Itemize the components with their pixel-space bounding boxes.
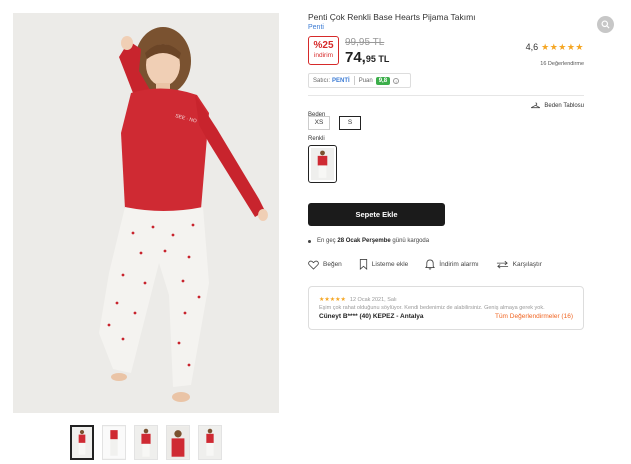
product-info-panel: Penti Çok Renkli Base Hearts Pijama Takı… [308, 12, 584, 330]
hanger-icon [531, 102, 541, 109]
discount-badge: %25 indirim [308, 36, 339, 65]
bullet-dot [308, 239, 311, 243]
size-label: Beden [308, 112, 326, 118]
thumbnail-image [167, 426, 189, 459]
product-actions: Beğen Listeme ekle İndirim alarmı Karşıl… [308, 259, 584, 270]
discount-alert-button[interactable]: İndirim alarmı [425, 259, 479, 270]
thumbnail-strip [70, 425, 222, 460]
price-row: %25 indirim 99,95 TL 74,95 TL 4,6 ★★★★★ 1… [308, 36, 584, 68]
heart-icon [308, 260, 319, 270]
all-reviews-link[interactable]: Tüm Değerlendirmeler (16) [495, 313, 573, 320]
like-label: Beğen [323, 261, 342, 268]
color-label: Renkli [308, 136, 325, 142]
thumbnail-4[interactable] [166, 425, 190, 460]
bell-icon [425, 259, 436, 270]
discount-alert-label: İndirim alarmı [439, 261, 479, 268]
rating-score: 4,6 [525, 42, 539, 52]
review-footer: Cüneyt B**** (40) KEPEZ - Antalya Tüm De… [319, 313, 573, 320]
add-to-cart-button[interactable]: Sepete Ekle [308, 203, 445, 226]
thumbnail-1[interactable] [70, 425, 94, 460]
review-card: ★★★★★ 12 Ocak 2021, Salı Eşim çok rahat … [308, 286, 584, 330]
color-swatch-image [311, 148, 334, 180]
thumbnail-image [72, 427, 92, 458]
seller-info[interactable]: Satıcı: PENTİ Puan 9,8 i [308, 73, 411, 88]
thumbnail-image [103, 426, 125, 459]
thumbnail-2[interactable] [102, 425, 126, 460]
discount-percent: %25 [313, 40, 334, 51]
thumbnail-5[interactable] [198, 425, 222, 460]
size-table-link[interactable]: Beden Tablosu [530, 102, 584, 109]
compare-label: Karşılaştır [512, 261, 542, 268]
brand-link[interactable]: Penti [308, 24, 584, 31]
discount-label: indirim [313, 52, 334, 59]
delivery-suffix: günü kargoda [392, 238, 430, 244]
thumbnail-image [135, 426, 157, 459]
review-text: Eşim çok rahat olduğunu söylüyor. Kendi … [319, 305, 545, 311]
seller-divider [353, 76, 355, 85]
size-header: Beden Beden Tablosu [308, 102, 584, 118]
seller-score-badge: 9,8 [375, 76, 391, 85]
seller-label: Satıcı: [313, 77, 331, 84]
review-stars: ★★★★★ [319, 297, 346, 303]
add-to-list-label: Listeme ekle [371, 261, 409, 268]
info-icon[interactable]: i [393, 77, 400, 84]
product-title: Penti Çok Renkli Base Hearts Pijama Takı… [308, 12, 476, 22]
review-author: Cüneyt B**** (40) KEPEZ - Antalya [319, 313, 424, 320]
seller-score-label: Puan [358, 77, 373, 84]
rating-count[interactable]: 16 Değerlendirme [526, 61, 584, 67]
rating-summary[interactable]: 4,6 ★★★★★ 16 Değerlendirme [526, 37, 584, 67]
size-table-label: Beden Tablosu [544, 102, 584, 109]
bookmark-icon [359, 259, 367, 270]
add-to-list-button[interactable]: Listeme ekle [359, 259, 409, 270]
current-price-cents: 95 TL [365, 54, 390, 64]
search-button[interactable] [597, 16, 614, 33]
compare-button[interactable]: Karşılaştır [496, 260, 542, 269]
delivery-date: 28 Ocak Perşembe [337, 238, 391, 244]
delivery-prefix: En geç [317, 238, 336, 244]
seller-name[interactable]: PENTİ [332, 78, 350, 84]
review-date: 12 Ocak 2021, Salı [349, 296, 397, 303]
review-meta: ★★★★★ 12 Ocak 2021, Salı [319, 296, 573, 304]
divider [308, 95, 584, 96]
compare-arrows-icon [496, 260, 508, 269]
color-swatch-selected[interactable] [308, 145, 337, 183]
size-option-xs[interactable]: XS [308, 116, 330, 130]
thumbnail-image [199, 426, 221, 459]
like-button[interactable]: Beğen [308, 260, 342, 270]
thumbnail-3[interactable] [134, 425, 158, 460]
rating-stars: ★★★★★ [541, 42, 584, 52]
delivery-info: En geç 28 Ocak Perşembe günü kargoda [308, 238, 584, 244]
product-photo: SEE · NO [13, 13, 279, 413]
old-price: 99,95 TL [345, 37, 385, 48]
size-options: XS S [308, 116, 584, 130]
current-price-main: 74, [345, 49, 366, 66]
current-price: 74,95 TL [345, 49, 389, 67]
size-option-s[interactable]: S [339, 116, 361, 130]
product-main-image[interactable]: SEE · NO [13, 13, 279, 413]
search-icon [601, 20, 610, 29]
